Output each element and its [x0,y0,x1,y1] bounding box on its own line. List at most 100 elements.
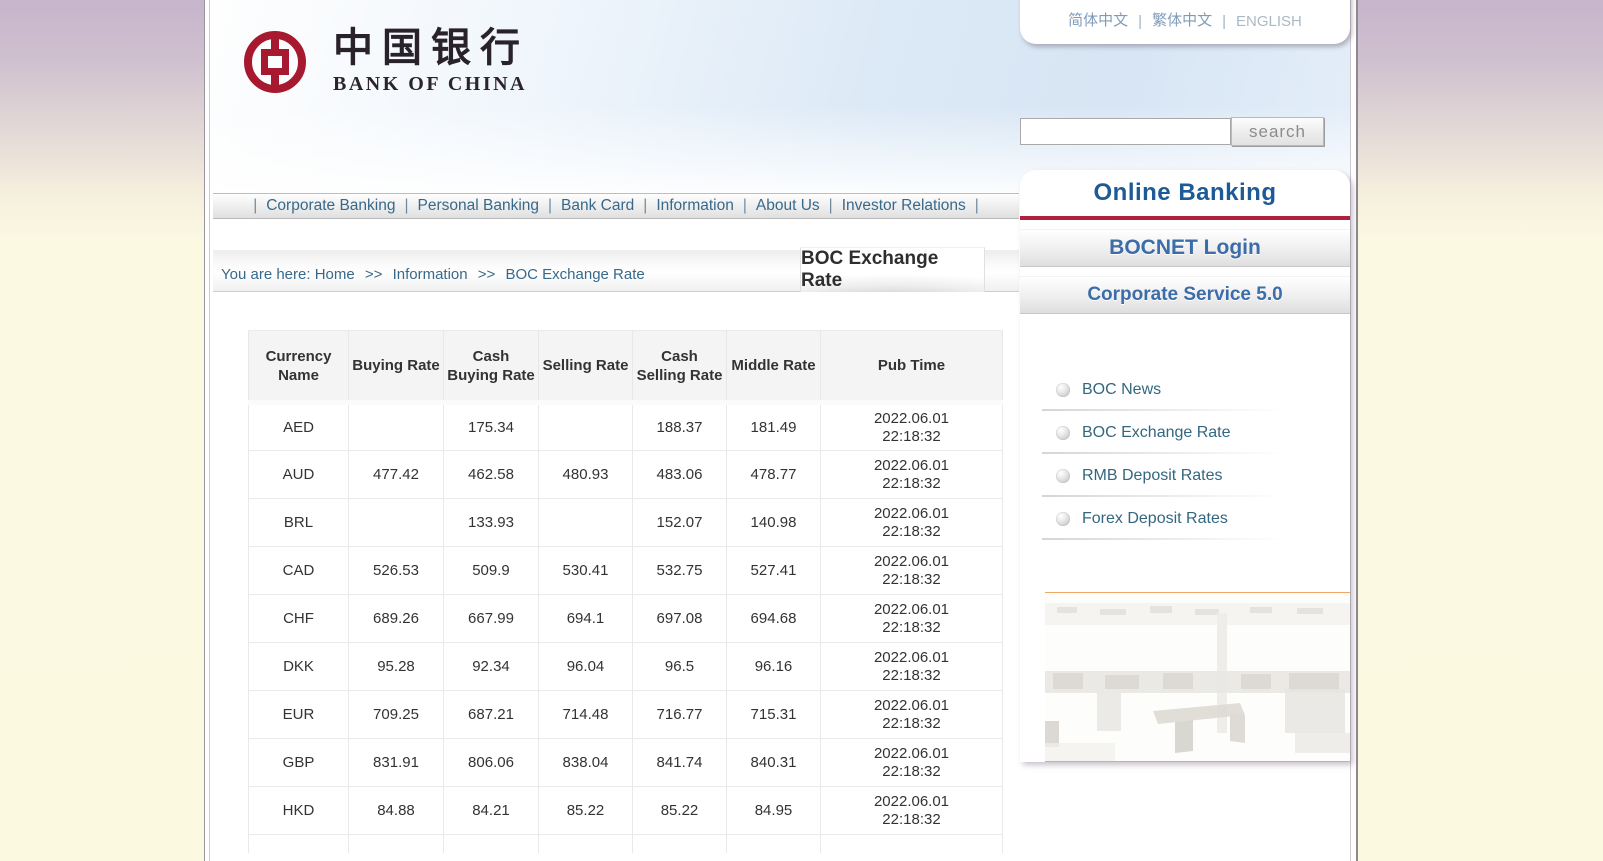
sidebar-link-label: BOC Exchange Rate [1082,424,1231,442]
rate-cell: 181.49 [727,403,821,451]
nav-item[interactable]: Corporate Banking [266,197,395,214]
empty-cell [249,835,349,853]
bank-logo[interactable]: 中国银行 BANK OF CHINA [243,26,529,96]
bullet-icon [1056,426,1070,440]
table-row: GBP831.91806.06838.04841.74840.312022.06… [249,739,1003,787]
rate-cell: 96.04 [539,643,633,691]
rate-cell: 527.41 [727,547,821,595]
column-header: Buying Rate [349,331,444,403]
rate-cell: 188.37 [633,403,727,451]
brand-name-chinese: 中国银行 [333,26,529,70]
pub-date: 2022.06.01 [821,553,1002,571]
search-button[interactable]: search [1231,117,1324,146]
rate-cell: 838.04 [539,739,633,787]
rate-cell: 85.22 [539,787,633,835]
pub-time-cell: 2022.06.0122:18:32 [821,499,1003,547]
language-separator: | [1138,13,1142,30]
bullet-icon [1056,469,1070,483]
rate-cell: 694.1 [539,595,633,643]
search-input[interactable] [1020,118,1231,145]
rate-cell: 697.08 [633,595,727,643]
main-nav: |Corporate Banking|Personal Banking|Bank… [213,193,1019,219]
bocnet-login-button[interactable]: BOCNET Login [1020,229,1350,267]
column-header: Currency Name [249,331,349,403]
pub-time-cell: 2022.06.0122:18:32 [821,691,1003,739]
table-row: HKD84.8884.2185.2285.2284.952022.06.0122… [249,787,1003,835]
table-row-partial [249,835,1003,853]
nav-item[interactable]: Investor Relations [842,197,966,214]
pub-date: 2022.06.01 [821,793,1002,811]
empty-cell [539,835,633,853]
pub-time: 22:18:32 [821,619,1002,637]
table-row: AED175.34188.37181.492022.06.0122:18:32 [249,403,1003,451]
language-link[interactable]: 简体中文 [1068,9,1128,30]
pub-time-cell: 2022.06.0122:18:32 [821,547,1003,595]
rate-cell: 84.21 [444,787,539,835]
nav-item[interactable]: About Us [756,197,820,214]
column-header: Cash Buying Rate [444,331,539,403]
currency-cell: AUD [249,451,349,499]
rate-cell: 480.93 [539,451,633,499]
currency-cell: CAD [249,547,349,595]
sidebar-link-boc-news[interactable]: BOC News [1020,368,1350,411]
rate-cell: 831.91 [349,739,444,787]
rate-cell: 152.07 [633,499,727,547]
language-link[interactable]: 繁体中文 [1152,9,1212,30]
sidebar-link-boc-exchange-rate[interactable]: BOC Exchange Rate [1020,411,1350,454]
language-link[interactable]: ENGLISH [1236,13,1302,30]
rate-cell [539,499,633,547]
rate-cell [349,499,444,547]
column-header: Cash Selling Rate [633,331,727,403]
nav-item[interactable]: Bank Card [561,197,634,214]
tab-boc-exchange-rate[interactable]: BOC Exchange Rate [800,247,985,292]
nav-item[interactable]: Personal Banking [418,197,540,214]
currency-cell: GBP [249,739,349,787]
rate-cell: 667.99 [444,595,539,643]
rate-cell: 715.31 [727,691,821,739]
pub-time: 22:18:32 [821,523,1002,541]
rate-cell: 806.06 [444,739,539,787]
pub-date: 2022.06.01 [821,505,1002,523]
table-row: CAD526.53509.9530.41532.75527.412022.06.… [249,547,1003,595]
empty-cell [727,835,821,853]
currency-cell: AED [249,403,349,451]
breadcrumb-separator: >> [365,266,387,283]
empty-cell [444,835,539,853]
empty-cell [633,835,727,853]
rate-cell: 85.22 [633,787,727,835]
pub-time: 22:18:32 [821,667,1002,685]
rate-cell: 84.95 [727,787,821,835]
table-row: BRL133.93152.07140.982022.06.0122:18:32 [249,499,1003,547]
nav-item[interactable]: Information [656,197,734,214]
nav-separator: | [829,197,833,214]
breadcrumb-link[interactable]: Home [315,266,355,283]
sidebar-link-forex-deposit-rates[interactable]: Forex Deposit Rates [1020,497,1350,540]
rate-cell: 709.25 [349,691,444,739]
currency-cell: DKK [249,643,349,691]
pub-time: 22:18:32 [821,571,1002,589]
rate-cell: 526.53 [349,547,444,595]
page: 中国银行 BANK OF CHINA 简体中文 | 繁体中文 | ENGLISH sea… [0,0,1603,861]
pub-date: 2022.06.01 [821,601,1002,619]
pub-date: 2022.06.01 [821,649,1002,667]
sidebar-link-label: RMB Deposit Rates [1082,467,1223,485]
breadcrumb-separator: >> [478,266,500,283]
breadcrumb-link[interactable]: Information [393,266,468,283]
sidebar-link-rmb-deposit-rates[interactable]: RMB Deposit Rates [1020,454,1350,497]
nav-separator: | [975,197,979,214]
rate-cell: 483.06 [633,451,727,499]
bank-hall-image [1045,592,1350,762]
pub-time-cell: 2022.06.0122:18:32 [821,403,1003,451]
brand-name-english: BANK OF CHINA [333,73,529,96]
corporate-service-button[interactable]: Corporate Service 5.0 [1020,276,1350,314]
pub-time: 22:18:32 [821,428,1002,446]
table-row: CHF689.26667.99694.1697.08694.682022.06.… [249,595,1003,643]
rate-cell: 92.34 [444,643,539,691]
breadcrumb-link[interactable]: BOC Exchange Rate [505,266,644,283]
currency-cell: EUR [249,691,349,739]
rate-cell: 96.5 [633,643,727,691]
table-row: EUR709.25687.21714.48716.77715.312022.06… [249,691,1003,739]
rate-cell [539,403,633,451]
sidebar-link-label: Forex Deposit Rates [1082,510,1228,528]
red-divider [1020,216,1350,220]
